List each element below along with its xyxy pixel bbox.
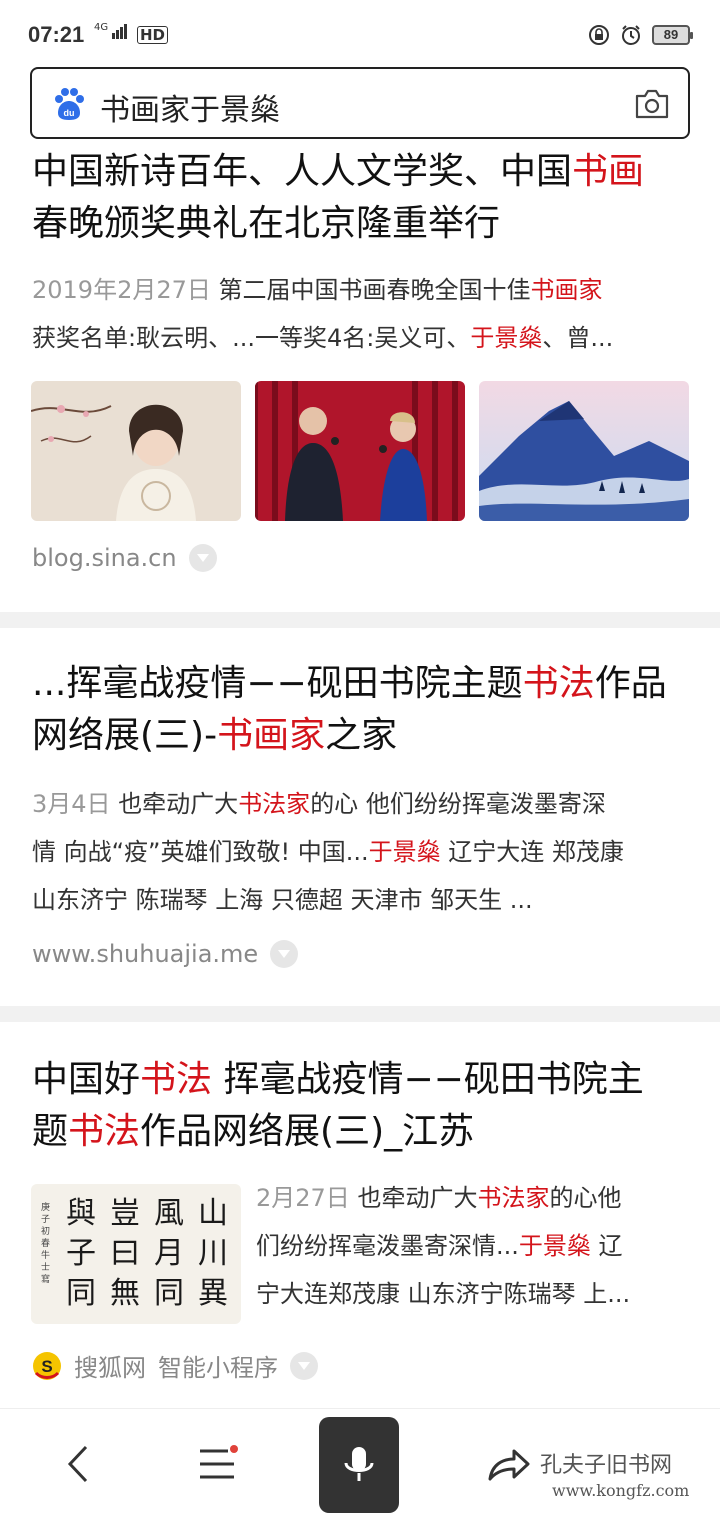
calligraphy-char: 與 bbox=[66, 1196, 96, 1231]
signal-icon: 4G bbox=[94, 22, 128, 43]
calligraphy-char: 川 bbox=[198, 1236, 228, 1271]
menu-icon[interactable] bbox=[192, 1439, 242, 1489]
sohu-logo-icon: S bbox=[33, 1351, 61, 1380]
chevron-down-icon[interactable] bbox=[270, 940, 299, 968]
watermark-text: 孔夫子旧书网 bbox=[540, 1453, 673, 1478]
result-source[interactable]: S 搜狐网 智能小程序 bbox=[32, 1348, 318, 1383]
microphone-icon bbox=[344, 1447, 374, 1481]
baidu-paw-icon: du bbox=[55, 88, 84, 120]
battery-indicator: 89 bbox=[652, 25, 693, 45]
calligraphy-char: 豈 bbox=[110, 1196, 140, 1231]
result-title[interactable]: 中国新诗百年、人人文学奖、中国书画 春晚颁奖典礼在北京隆重举行 bbox=[32, 146, 692, 250]
calligraphy-char: 月 bbox=[154, 1236, 184, 1271]
back-arrow-icon[interactable] bbox=[54, 1439, 104, 1489]
result-image-calligraphy[interactable]: 庚子初春牛士寫 山 川 異 風 月 同 豈 曰 無 與 子 同 bbox=[31, 1184, 241, 1324]
result-image-stage[interactable] bbox=[255, 381, 465, 521]
calligraphy-char: 曰 bbox=[110, 1236, 140, 1271]
result-snippet: 2019年2月27日 第二届中国书画春晚全国十佳书画家 获奖名单:耿云明、...… bbox=[32, 276, 614, 352]
calligraphy-char: 山 bbox=[198, 1196, 228, 1231]
calligraphy-char: 同 bbox=[154, 1276, 184, 1311]
result-source[interactable]: blog.sina.cn bbox=[32, 544, 217, 572]
result-title[interactable]: 中国好书法 挥毫战疫情−−砚田书院主 题书法作品网络展(三)_江苏 bbox=[32, 1054, 692, 1158]
bottom-nav: 孔夫子旧书网 www.kongfz.com bbox=[0, 1408, 720, 1520]
svg-text:S: S bbox=[41, 1357, 52, 1376]
calligraphy-char: 異 bbox=[198, 1276, 228, 1311]
chevron-down-icon[interactable] bbox=[290, 1351, 318, 1380]
divider bbox=[0, 612, 720, 628]
result-date: 2019年2月27日 bbox=[32, 276, 211, 304]
alarm-icon bbox=[622, 25, 640, 45]
calligraphy-char: 同 bbox=[66, 1276, 96, 1311]
calligraphy-char: 無 bbox=[110, 1276, 140, 1311]
calligraphy-inscription: 庚子初春牛士寫 bbox=[41, 1203, 51, 1285]
search-bar[interactable]: du 书画家于景燊 bbox=[30, 67, 690, 139]
divider bbox=[0, 1006, 720, 1022]
result-image-portrait[interactable] bbox=[31, 381, 241, 521]
result-title[interactable]: ...挥毫战疫情−−砚田书院主题书法作品 网络展(三)-书画家之家 bbox=[32, 658, 692, 762]
result-snippet: 2月27日 也牵动广大书法家的心他 们纷纷挥毫泼墨寄深情...于景燊 辽 宁大连… bbox=[256, 1184, 631, 1308]
chevron-down-icon[interactable] bbox=[188, 544, 217, 572]
hd-badge: HD bbox=[137, 26, 169, 44]
watermark-url: www.kongfz.com bbox=[552, 1481, 690, 1500]
result-date: 2月27日 bbox=[256, 1184, 350, 1212]
camera-icon[interactable] bbox=[634, 87, 670, 121]
result-date: 3月4日 bbox=[32, 790, 111, 818]
calligraphy-char: 子 bbox=[66, 1236, 96, 1271]
search-query[interactable]: 书画家于景燊 bbox=[100, 85, 280, 129]
lock-rotation-icon bbox=[589, 25, 609, 45]
calligraphy-char: 風 bbox=[154, 1196, 184, 1231]
result-snippet: 3月4日 也牵动广大书法家的心 他们纷纷挥毫泼墨寄深 情 向战“疫”英雄们致敬!… bbox=[32, 790, 624, 914]
network-type: 4G bbox=[94, 22, 109, 33]
voice-search-button[interactable] bbox=[319, 1417, 399, 1513]
result-source[interactable]: www.shuhuajia.me bbox=[32, 940, 299, 968]
status-bar: 07:21 4G HD 89 bbox=[0, 0, 720, 64]
result-image-landscape[interactable] bbox=[479, 381, 689, 521]
svg-text:du: du bbox=[64, 108, 75, 118]
share-icon[interactable] bbox=[484, 1439, 534, 1489]
status-time: 07:21 bbox=[28, 22, 85, 47]
